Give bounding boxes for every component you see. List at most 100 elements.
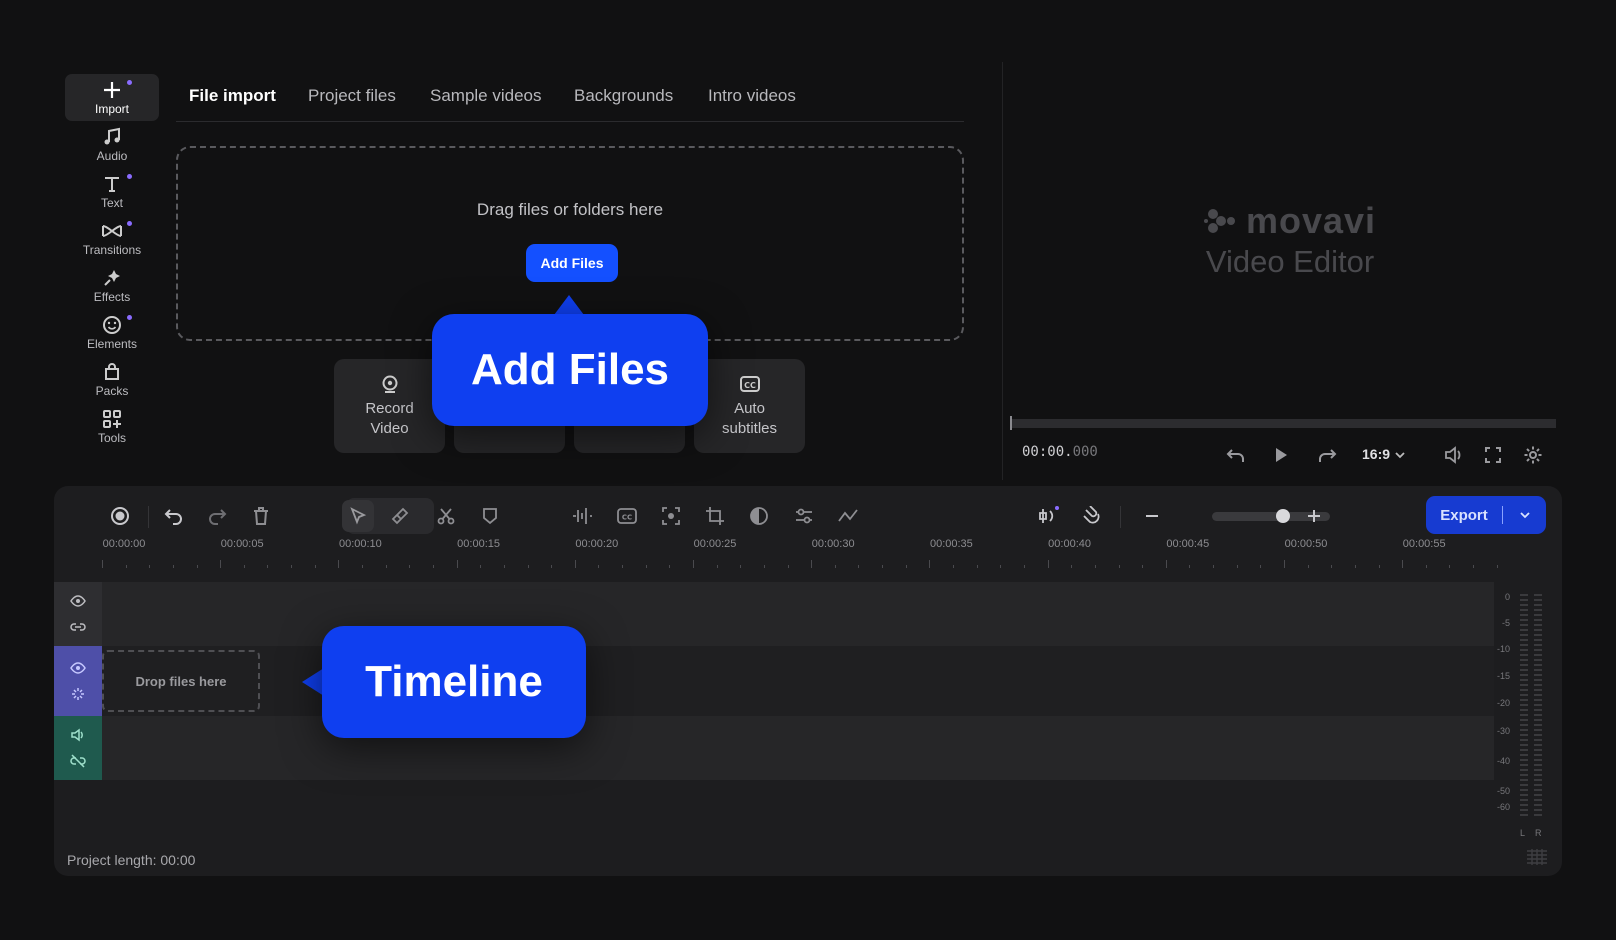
ruler-tick	[551, 565, 553, 568]
drop-zone-text: Drag files or folders here	[476, 200, 664, 219]
link-icon[interactable]	[69, 619, 87, 635]
drop-files-placeholder[interactable]: Drop files here	[102, 650, 260, 712]
new-badge-dot	[127, 174, 132, 179]
plus-icon	[101, 79, 123, 101]
ruler-tick	[362, 565, 364, 568]
step-back-icon[interactable]	[1224, 443, 1248, 467]
ruler-time-label: 00:00:20	[575, 538, 619, 550]
preview-seek-bar[interactable]	[1010, 419, 1556, 428]
add-files-button[interactable]: Add Files	[526, 244, 618, 282]
export-button[interactable]: Export	[1426, 496, 1546, 534]
delete-trash-icon[interactable]	[245, 500, 277, 532]
ruler-tick	[338, 560, 340, 568]
ruler-tick	[1213, 565, 1215, 568]
zoom-slider-thumb[interactable]	[1276, 509, 1290, 523]
magnet-icon[interactable]	[1076, 500, 1108, 532]
select-pointer-icon[interactable]	[342, 500, 374, 532]
ruler-tick	[102, 560, 103, 568]
undo-icon[interactable]	[158, 500, 190, 532]
audio-detach-icon[interactable]	[1032, 500, 1064, 532]
audio-waveform-icon[interactable]	[566, 500, 598, 532]
ruler-tick	[314, 565, 316, 568]
zoom-in-icon[interactable]	[1298, 500, 1330, 532]
aspect-ratio-select[interactable]: 16:9	[1362, 446, 1406, 462]
ruler-tick	[1165, 560, 1167, 568]
stabilize-icon[interactable]	[655, 500, 687, 532]
sidebar-item-audio[interactable]: Audio	[65, 121, 159, 168]
smiley-icon	[101, 314, 123, 336]
meter-grid-icon[interactable]	[1526, 848, 1548, 866]
overlay-track[interactable]	[54, 582, 1494, 646]
meter-channel-right	[1534, 594, 1542, 816]
unlink-icon[interactable]	[69, 753, 87, 769]
razor-blade-icon[interactable]	[384, 500, 416, 532]
eye-icon[interactable]	[69, 593, 87, 609]
ruler-tick	[787, 565, 789, 568]
ruler-tick	[149, 565, 151, 568]
record-icon[interactable]	[104, 500, 136, 532]
ruler-tick	[645, 565, 647, 568]
ruler-tick	[291, 565, 293, 568]
sliders-icon[interactable]	[788, 500, 820, 532]
speaker-icon[interactable]	[69, 727, 87, 743]
ruler-time-label: 00:00:25	[693, 538, 737, 550]
ruler-time-label: 00:00:55	[1402, 538, 1446, 550]
color-adjust-icon[interactable]	[743, 500, 775, 532]
ruler-tick	[1260, 565, 1262, 568]
playhead-marker[interactable]	[1010, 416, 1012, 430]
eye-icon[interactable]	[69, 660, 87, 676]
marker-shield-icon[interactable]	[474, 500, 506, 532]
captions-cc-icon[interactable]: CC	[611, 500, 643, 532]
ruler-tick	[1425, 565, 1427, 568]
bowtie-icon	[101, 220, 123, 242]
chevron-down-icon[interactable]	[1503, 511, 1546, 519]
ruler-tick	[929, 560, 931, 568]
play-icon[interactable]	[1269, 443, 1293, 467]
timeline-callout: Timeline	[322, 626, 586, 738]
volume-icon[interactable]	[1441, 443, 1465, 467]
sidebar-item-transitions[interactable]: Transitions	[65, 215, 159, 262]
auto-subtitles-button[interactable]: CC Auto subtitles	[694, 359, 805, 453]
meter-scale-label: 0	[1504, 592, 1510, 602]
crop-icon[interactable]	[699, 500, 731, 532]
record-video-button[interactable]: Record Video	[334, 359, 445, 453]
settings-gear-icon[interactable]	[1521, 443, 1545, 467]
ruler-tick	[1142, 565, 1144, 568]
ruler-tick	[243, 565, 245, 568]
add-files-callout: Add Files	[432, 314, 708, 426]
tab-intro-videos[interactable]: Intro videos	[708, 86, 796, 106]
ruler-time-label: 00:00:40	[1048, 538, 1092, 550]
tab-project-files[interactable]: Project files	[308, 86, 396, 106]
timeline-panel: CC Export 00:00:00 00:00:05 00:00:10 00:00:…	[54, 486, 1562, 876]
ruler-tick	[811, 560, 813, 568]
ruler-tick	[456, 560, 458, 568]
audio-track[interactable]	[54, 716, 1494, 780]
magic-link-icon[interactable]	[69, 686, 87, 702]
animation-icon[interactable]	[832, 500, 864, 532]
sidebar-item-elements[interactable]: Elements	[65, 309, 159, 356]
sidebar-item-tools[interactable]: Tools	[65, 403, 159, 450]
ruler-tick	[905, 565, 907, 568]
webcam-icon	[379, 373, 401, 395]
tab-sample-videos[interactable]: Sample videos	[430, 86, 542, 106]
sidebar-item-packs[interactable]: Packs	[65, 356, 159, 403]
ruler-tick	[882, 565, 884, 568]
main-video-track[interactable]: Drop files here	[54, 646, 1494, 716]
meter-scale-label: -50	[1496, 786, 1510, 796]
ruler-time-label: 00:00:50	[1284, 538, 1328, 550]
tab-file-import[interactable]: File import	[189, 86, 276, 106]
capture-label-line2: subtitles	[721, 420, 778, 437]
time-ruler[interactable]: 00:00:00 00:00:05 00:00:10 00:00:15 00:00:20…	[100, 538, 1526, 568]
tab-backgrounds[interactable]: Backgrounds	[574, 86, 673, 106]
sidebar-item-effects[interactable]: Effects	[65, 262, 159, 309]
sidebar-item-import[interactable]: Import	[65, 74, 159, 121]
sidebar-item-text[interactable]: Text	[65, 168, 159, 215]
scissors-icon[interactable]	[430, 500, 462, 532]
music-note-icon	[101, 126, 123, 148]
aspect-ratio-value: 16:9	[1362, 446, 1391, 462]
redo-icon[interactable]	[201, 500, 233, 532]
zoom-out-icon[interactable]	[1136, 500, 1168, 532]
left-sidebar: Import Audio Text Transitions Effects El…	[65, 74, 159, 450]
step-forward-icon[interactable]	[1315, 443, 1339, 467]
fullscreen-icon[interactable]	[1481, 443, 1505, 467]
